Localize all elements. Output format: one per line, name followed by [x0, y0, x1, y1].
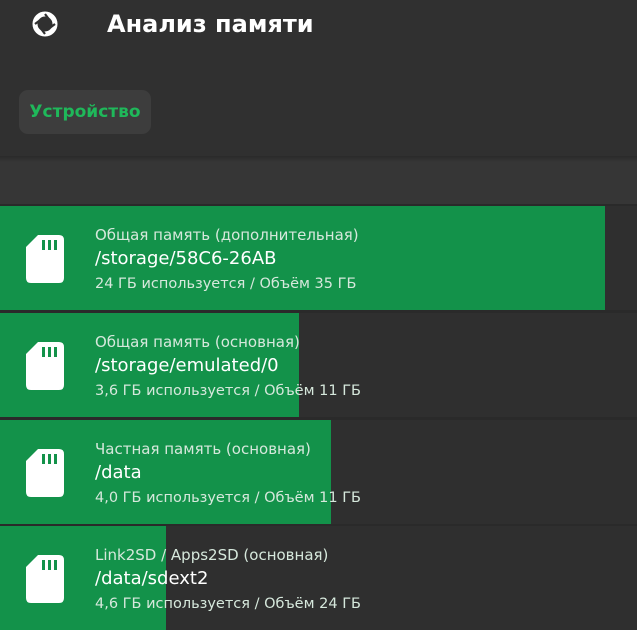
- volume-usage: 3,6 ГБ используется / Объём 11 ГБ: [95, 383, 362, 399]
- sd-card-icon: [26, 235, 64, 283]
- volume-path: /data: [95, 462, 142, 483]
- volume-path: /data/sdext2: [95, 568, 209, 589]
- volume-row-emulated[interactable]: Общая память (основная) /storage/emulate…: [0, 313, 637, 417]
- device-tab[interactable]: Устройство: [19, 90, 151, 134]
- volume-row-sd-card[interactable]: Общая память (дополнительная) /storage/5…: [0, 206, 637, 310]
- volume-row-sdext2[interactable]: Link2SD / Apps2SD (основная) /data/sdext…: [0, 526, 637, 630]
- volume-type: Частная память (основная): [95, 440, 311, 458]
- volume-type: Общая память (дополнительная): [95, 226, 359, 244]
- volume-usage: 4,6 ГБ используется / Объём 24 ГБ: [95, 596, 362, 612]
- volume-row-data[interactable]: Частная память (основная) /data 4,0 ГБ и…: [0, 420, 637, 524]
- volume-usage: 4,0 ГБ используется / Объём 11 ГБ: [95, 490, 362, 506]
- sd-card-icon: [26, 555, 64, 603]
- volume-path: /storage/emulated/0: [95, 355, 279, 376]
- volume-type: Общая память (основная): [95, 333, 300, 351]
- sd-card-icon: [26, 449, 64, 497]
- volume-usage: 24 ГБ используется / Объём 35 ГБ: [95, 276, 357, 292]
- app-bar: Анализ памяти Устройство: [0, 0, 637, 156]
- usage-bar: [0, 206, 606, 310]
- aperture-icon[interactable]: [32, 11, 58, 37]
- volume-type: Link2SD / Apps2SD (основная): [95, 546, 329, 564]
- sd-card-icon: [26, 342, 64, 390]
- page-title: Анализ памяти: [107, 10, 314, 38]
- toolbar-strip: [0, 156, 637, 204]
- volume-path: /storage/58C6-26AB: [95, 248, 277, 269]
